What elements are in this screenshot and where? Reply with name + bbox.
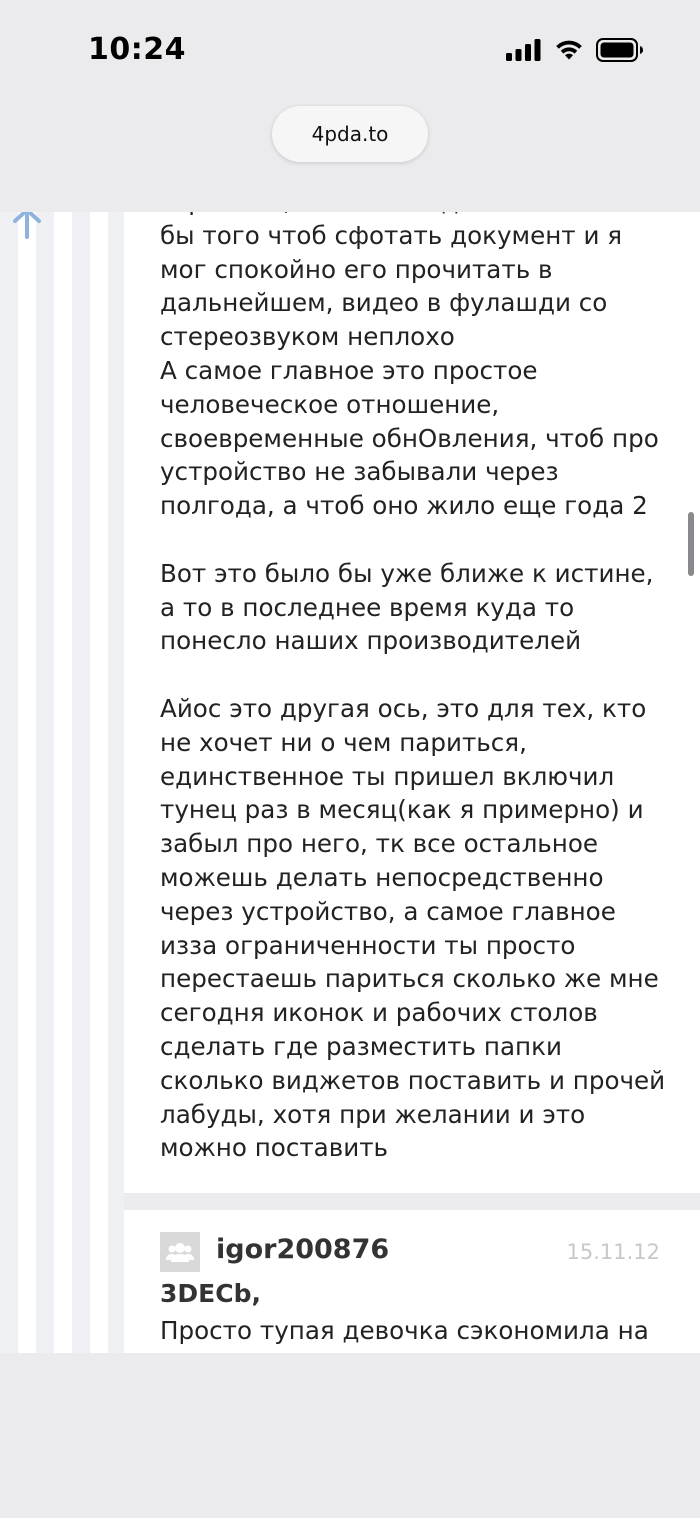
battery-icon bbox=[596, 38, 643, 62]
post-divider bbox=[124, 1193, 700, 1210]
wifi-icon bbox=[556, 40, 582, 60]
post-card: igor200876 15.11.12 3DECb, Просто тупая … bbox=[142, 1210, 700, 1353]
scrollbar-thumb[interactable] bbox=[688, 512, 694, 576]
nest-lane bbox=[36, 212, 54, 1353]
status-time: 10:24 bbox=[88, 32, 186, 67]
post-body: зеркалом, лично мне достаточно было бы т… bbox=[160, 212, 666, 1163]
browser-bottom-bar bbox=[0, 1353, 700, 1518]
signal-icon bbox=[506, 39, 541, 61]
nest-lane bbox=[108, 212, 124, 1353]
post-header: igor200876 15.11.12 bbox=[160, 1230, 660, 1274]
url-bar[interactable]: 4pda.to bbox=[272, 106, 428, 162]
post-date[interactable]: 15.11.12 bbox=[566, 1240, 660, 1264]
users-icon bbox=[166, 1243, 194, 1262]
post-author[interactable]: igor200876 bbox=[216, 1234, 389, 1265]
nest-lane bbox=[72, 212, 90, 1353]
post-card: зеркалом, лично мне достаточно было бы т… bbox=[142, 212, 700, 1193]
arrow-up-icon[interactable] bbox=[10, 212, 44, 240]
browser-window: 10:24 4pda.to бы того чтоб сфотать докум… bbox=[0, 0, 700, 1518]
status-bar: 10:24 bbox=[0, 0, 700, 100]
page-content: зеркалом, лично мне достаточно было бы т… bbox=[0, 212, 700, 1353]
nest-lane bbox=[0, 212, 18, 1353]
status-icons bbox=[506, 38, 644, 62]
avatar[interactable] bbox=[160, 1232, 200, 1272]
post-body: Просто тупая девочка сэкономила на bbox=[160, 1316, 649, 1345]
quoted-username[interactable]: 3DECb, bbox=[160, 1279, 261, 1308]
